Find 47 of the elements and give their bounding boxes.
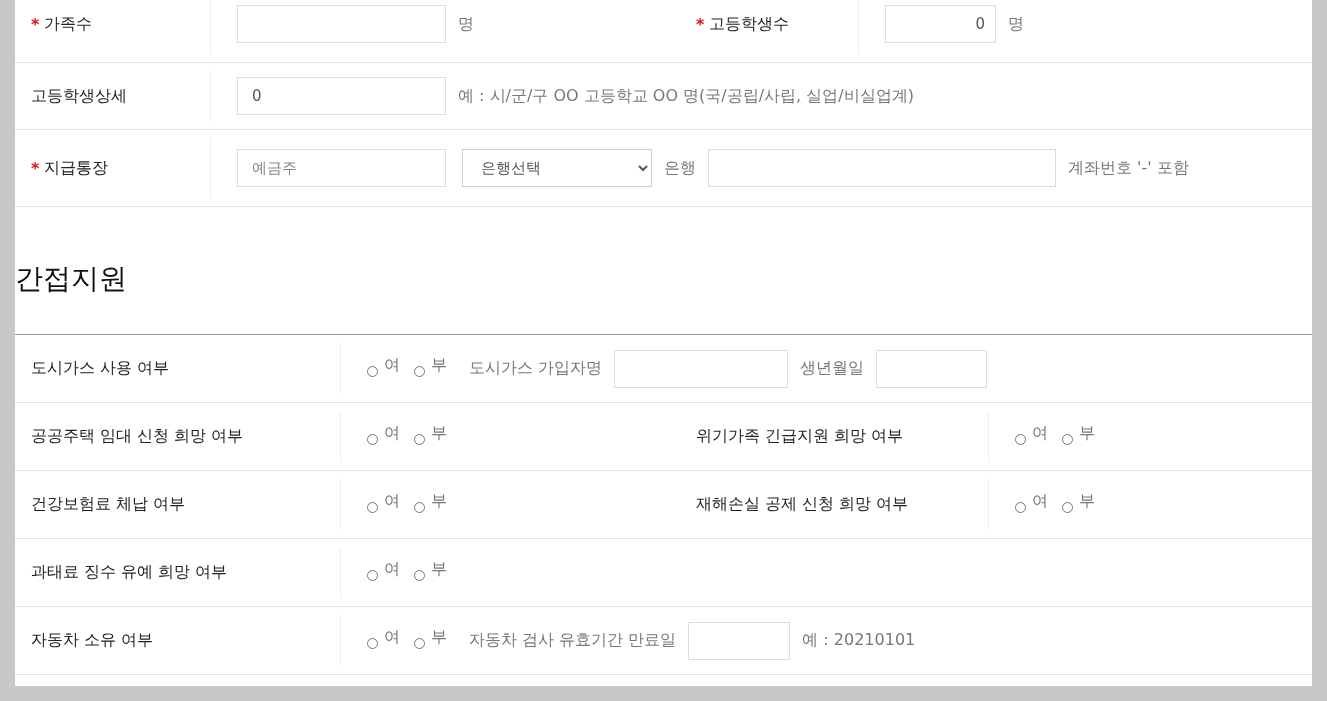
field-label: 도시가스 사용 여부 (31, 358, 170, 379)
bank-select[interactable]: 은행선택 (462, 149, 652, 187)
radio-option[interactable]: 여 (1015, 494, 1048, 515)
hint-text: 명 (458, 13, 474, 35)
radio-option[interactable]: 여 (367, 494, 400, 515)
radio-option[interactable]: 여 (367, 562, 400, 583)
hint-text: 예 : 20210101 (802, 630, 916, 651)
field-label: 위기가족 긴급지원 희망 여부 (696, 426, 904, 447)
input-field[interactable]: 0 (237, 77, 446, 115)
input-field[interactable] (614, 349, 789, 388)
field-label: 공공주택 임대 신청 희망 여부 (31, 426, 244, 447)
radio-option[interactable]: 여 (367, 358, 400, 379)
hint-text: 계좌번호 '-' 포함 (1068, 157, 1189, 179)
hint-text: 도시가스 가입자명 (469, 358, 603, 379)
radio-option[interactable]: 부 (414, 630, 447, 651)
input-field[interactable] (237, 5, 446, 43)
hint-text: 자동차 검사 유효기간 만료일 (469, 630, 677, 651)
field-label: 자동차 소유 여부 (31, 630, 154, 651)
required-mark: * (696, 14, 705, 34)
radio-option[interactable]: 여 (1015, 426, 1048, 447)
section-heading: 간접지원 (15, 207, 1312, 335)
radio-option[interactable]: 여 (367, 426, 400, 447)
field-label: 고등학생상세 (31, 85, 127, 107)
input-field[interactable]: 0 (885, 5, 996, 43)
field-label: 건강보험료 체납 여부 (31, 494, 186, 515)
input-field[interactable] (688, 621, 791, 660)
radio-option[interactable]: 부 (414, 562, 447, 583)
hint-text: 명 (1008, 13, 1024, 35)
hint-text: 예 : 시/군/구 OO 고등학교 OO 명(국/공립/사립, 실업/비실업계) (458, 85, 914, 107)
radio-option[interactable]: 부 (414, 426, 447, 447)
field-label: 가족수 (44, 13, 93, 35)
field-label: 지급통장 (44, 157, 109, 179)
input-field[interactable] (876, 349, 988, 388)
required-mark: * (31, 14, 40, 34)
input-field[interactable]: 예금주 (237, 149, 446, 187)
hint-text: 생년월일 (800, 358, 865, 379)
hint-text: 은행 (664, 157, 696, 179)
radio-option[interactable]: 부 (1062, 426, 1095, 447)
radio-option[interactable]: 여 (367, 630, 400, 651)
radio-option[interactable]: 부 (414, 358, 447, 379)
field-label: 과태료 징수 유예 희망 여부 (31, 562, 228, 583)
radio-option[interactable]: 부 (414, 494, 447, 515)
radio-option[interactable]: 부 (1062, 494, 1095, 515)
field-label: 재해손실 공제 신청 희망 여부 (696, 494, 909, 515)
input-field[interactable] (708, 149, 1056, 187)
required-mark: * (31, 158, 40, 178)
field-label: 고등학생수 (709, 13, 790, 35)
